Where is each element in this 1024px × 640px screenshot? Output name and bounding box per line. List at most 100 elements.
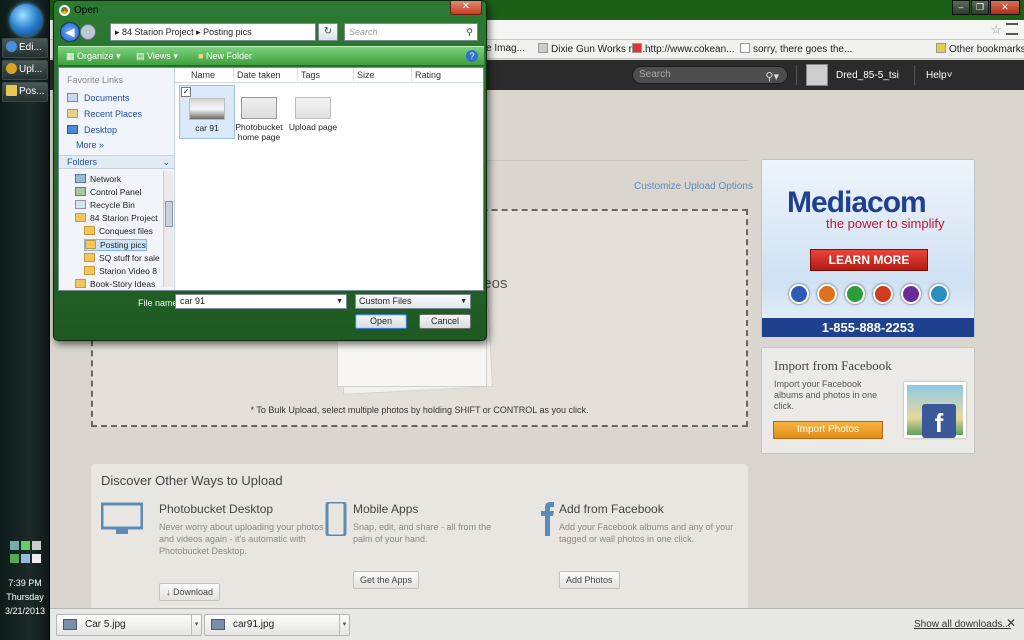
download-item[interactable]: car91.jpg ▾ bbox=[204, 614, 350, 636]
new-folder-button[interactable]: ■ New Folder bbox=[198, 51, 252, 61]
column-tags[interactable]: Tags bbox=[301, 70, 320, 80]
back-button[interactable]: ◀ bbox=[60, 22, 80, 42]
column-rating[interactable]: Rating bbox=[415, 70, 441, 80]
ad-service-icon bbox=[929, 284, 949, 304]
tree-item[interactable]: Network bbox=[75, 174, 121, 184]
dropdown-arrow-icon[interactable]: ▾ bbox=[191, 615, 201, 635]
search-input[interactable]: Search ⚲ bbox=[344, 23, 478, 41]
cancel-button[interactable]: Cancel bbox=[419, 314, 471, 329]
restore-button[interactable]: ❐ bbox=[971, 0, 989, 15]
chevron-down-icon: ⌄ bbox=[162, 157, 170, 167]
file-item[interactable]: Photobucket home page bbox=[231, 85, 287, 142]
favorite-documents[interactable]: Documents bbox=[67, 93, 130, 103]
more-link[interactable]: More » bbox=[76, 140, 104, 150]
column-date-taken[interactable]: Date taken bbox=[237, 70, 281, 80]
chrome-icon bbox=[59, 5, 70, 16]
favorite-desktop[interactable]: Desktop bbox=[67, 125, 117, 135]
close-button[interactable]: ✕ bbox=[990, 0, 1020, 15]
file-item[interactable]: Upload page bbox=[285, 85, 341, 132]
get-apps-button[interactable]: Get the Apps bbox=[353, 571, 420, 589]
file-name-input[interactable]: car 91 ▼ bbox=[175, 294, 347, 309]
start-button[interactable] bbox=[10, 4, 42, 36]
bookmark-item[interactable]: sorry, there goes the... bbox=[740, 43, 852, 55]
tree-item[interactable]: 84 Starion Project bbox=[75, 213, 158, 223]
scrollbar[interactable] bbox=[163, 171, 173, 287]
tree-item[interactable]: Book-Story Ideas bbox=[75, 279, 155, 289]
file-list: Name Date taken Tags Size Rating car 91 … bbox=[175, 68, 483, 290]
folder-icon bbox=[936, 43, 946, 53]
power-icon[interactable] bbox=[20, 554, 30, 563]
display-icon[interactable] bbox=[31, 541, 41, 550]
file-checkbox[interactable]: ✓ bbox=[181, 87, 191, 97]
clock-time[interactable]: 7:39 PM bbox=[2, 578, 48, 588]
column-heading: Mobile Apps bbox=[353, 502, 419, 516]
menu-icon[interactable] bbox=[1006, 23, 1018, 35]
folder-icon: ▸ bbox=[115, 27, 120, 37]
ad-brand: Mediacom bbox=[787, 186, 927, 219]
tree-item[interactable]: Conquest files bbox=[84, 226, 153, 236]
mediacom-ad[interactable]: Mediacom the power to simplify LEARN MOR… bbox=[761, 159, 975, 337]
chevron-down-icon[interactable]: ▼ bbox=[336, 295, 343, 308]
bookmark-star-icon[interactable]: ☆ bbox=[990, 22, 1002, 38]
recycle-bin-icon bbox=[75, 200, 86, 209]
column-name[interactable]: Name bbox=[191, 70, 215, 80]
learn-more-button[interactable]: LEARN MORE bbox=[810, 249, 928, 271]
customize-upload-link[interactable]: Customize Upload Options bbox=[634, 181, 753, 192]
refresh-button[interactable]: ↻ bbox=[318, 23, 338, 41]
folders-header[interactable]: Folders ⌄ bbox=[59, 155, 174, 169]
tree-item[interactable]: Control Panel bbox=[75, 187, 142, 197]
column-size[interactable]: Size bbox=[357, 70, 375, 80]
page-icon bbox=[740, 43, 750, 53]
shield-icon[interactable] bbox=[9, 554, 19, 563]
help-icon[interactable]: ? bbox=[466, 50, 478, 62]
file-type-select[interactable]: Custom Files ▼ bbox=[355, 294, 471, 309]
close-icon[interactable]: ✕ bbox=[1006, 616, 1016, 630]
views-button[interactable]: ▤ Views ▾ bbox=[136, 51, 178, 62]
search-icon[interactable]: ⚲▾ bbox=[765, 69, 779, 85]
tree-item[interactable]: Starion Video 8 bbox=[84, 266, 157, 276]
search-input[interactable]: Search ⚲▾ bbox=[632, 66, 788, 84]
bulk-upload-note: * To Bulk Upload, select multiple photos… bbox=[250, 405, 589, 415]
path-breadcrumb[interactable]: ▸ 84 Starion Project ▸ Posting pics bbox=[110, 23, 316, 41]
image-thumbnail bbox=[295, 97, 331, 119]
dialog-body: Favorite Links Documents Recent Places D… bbox=[58, 67, 484, 291]
network-icon[interactable] bbox=[9, 541, 19, 550]
taskbar-item-edit[interactable]: Edi... bbox=[2, 38, 48, 58]
forward-button[interactable] bbox=[80, 24, 96, 40]
volume-icon[interactable] bbox=[31, 554, 41, 563]
import-facebook-box: Import from Facebook Import your Faceboo… bbox=[761, 347, 975, 454]
control-panel-icon bbox=[75, 187, 86, 196]
organize-button[interactable]: ▦ Organize ▾ bbox=[66, 51, 121, 62]
favorite-recent-places[interactable]: Recent Places bbox=[67, 109, 142, 119]
system-tray: 7:39 PM Thursday 3/21/2013 bbox=[2, 540, 48, 640]
dialog-close-button[interactable]: ✕ bbox=[450, 1, 482, 15]
bookmark-item[interactable]: http://www.cokean... bbox=[632, 43, 735, 55]
open-button[interactable]: Open bbox=[355, 314, 407, 329]
minimize-button[interactable]: – bbox=[952, 0, 970, 15]
network-icon bbox=[75, 174, 86, 183]
download-item[interactable]: Car 5.jpg ▾ bbox=[56, 614, 202, 636]
tree-item[interactable]: SQ stuff for sale bbox=[84, 253, 160, 263]
folder-icon: ■ bbox=[198, 51, 204, 61]
tree-item-selected[interactable]: Posting pics bbox=[84, 239, 147, 251]
add-photos-button[interactable]: Add Photos bbox=[559, 571, 620, 589]
username[interactable]: Dred_85-5_tsi bbox=[836, 70, 899, 81]
desktop-icon bbox=[67, 125, 78, 134]
import-photos-button[interactable]: Import Photos bbox=[773, 421, 883, 439]
dropdown-arrow-icon[interactable]: ▾ bbox=[339, 615, 349, 635]
downloads-bar: Car 5.jpg ▾ car91.jpg ▾ Show all downloads… bbox=[50, 608, 1024, 640]
scrollbar-thumb[interactable] bbox=[165, 201, 173, 227]
help-menu[interactable]: Help˅ bbox=[926, 70, 952, 81]
download-button[interactable]: ↓ Download bbox=[159, 583, 221, 601]
security-icon[interactable] bbox=[20, 541, 30, 550]
tray-icons bbox=[2, 540, 48, 566]
show-all-downloads-link[interactable]: Show all downloads... bbox=[914, 619, 1011, 630]
dialog-navbar: ◀ ▸ 84 Starion Project ▸ Posting pics ↻ … bbox=[60, 21, 480, 43]
taskbar-item-posting[interactable]: Pos... bbox=[2, 82, 48, 102]
double-chevron-icon: » bbox=[99, 140, 105, 150]
bookmark-item[interactable]: e Imag... bbox=[486, 43, 525, 54]
tree-item[interactable]: Recycle Bin bbox=[75, 200, 135, 210]
avatar[interactable] bbox=[806, 64, 828, 86]
taskbar-item-upload[interactable]: Upl... bbox=[2, 60, 48, 80]
other-bookmarks[interactable]: Other bookmarks bbox=[936, 43, 1024, 55]
